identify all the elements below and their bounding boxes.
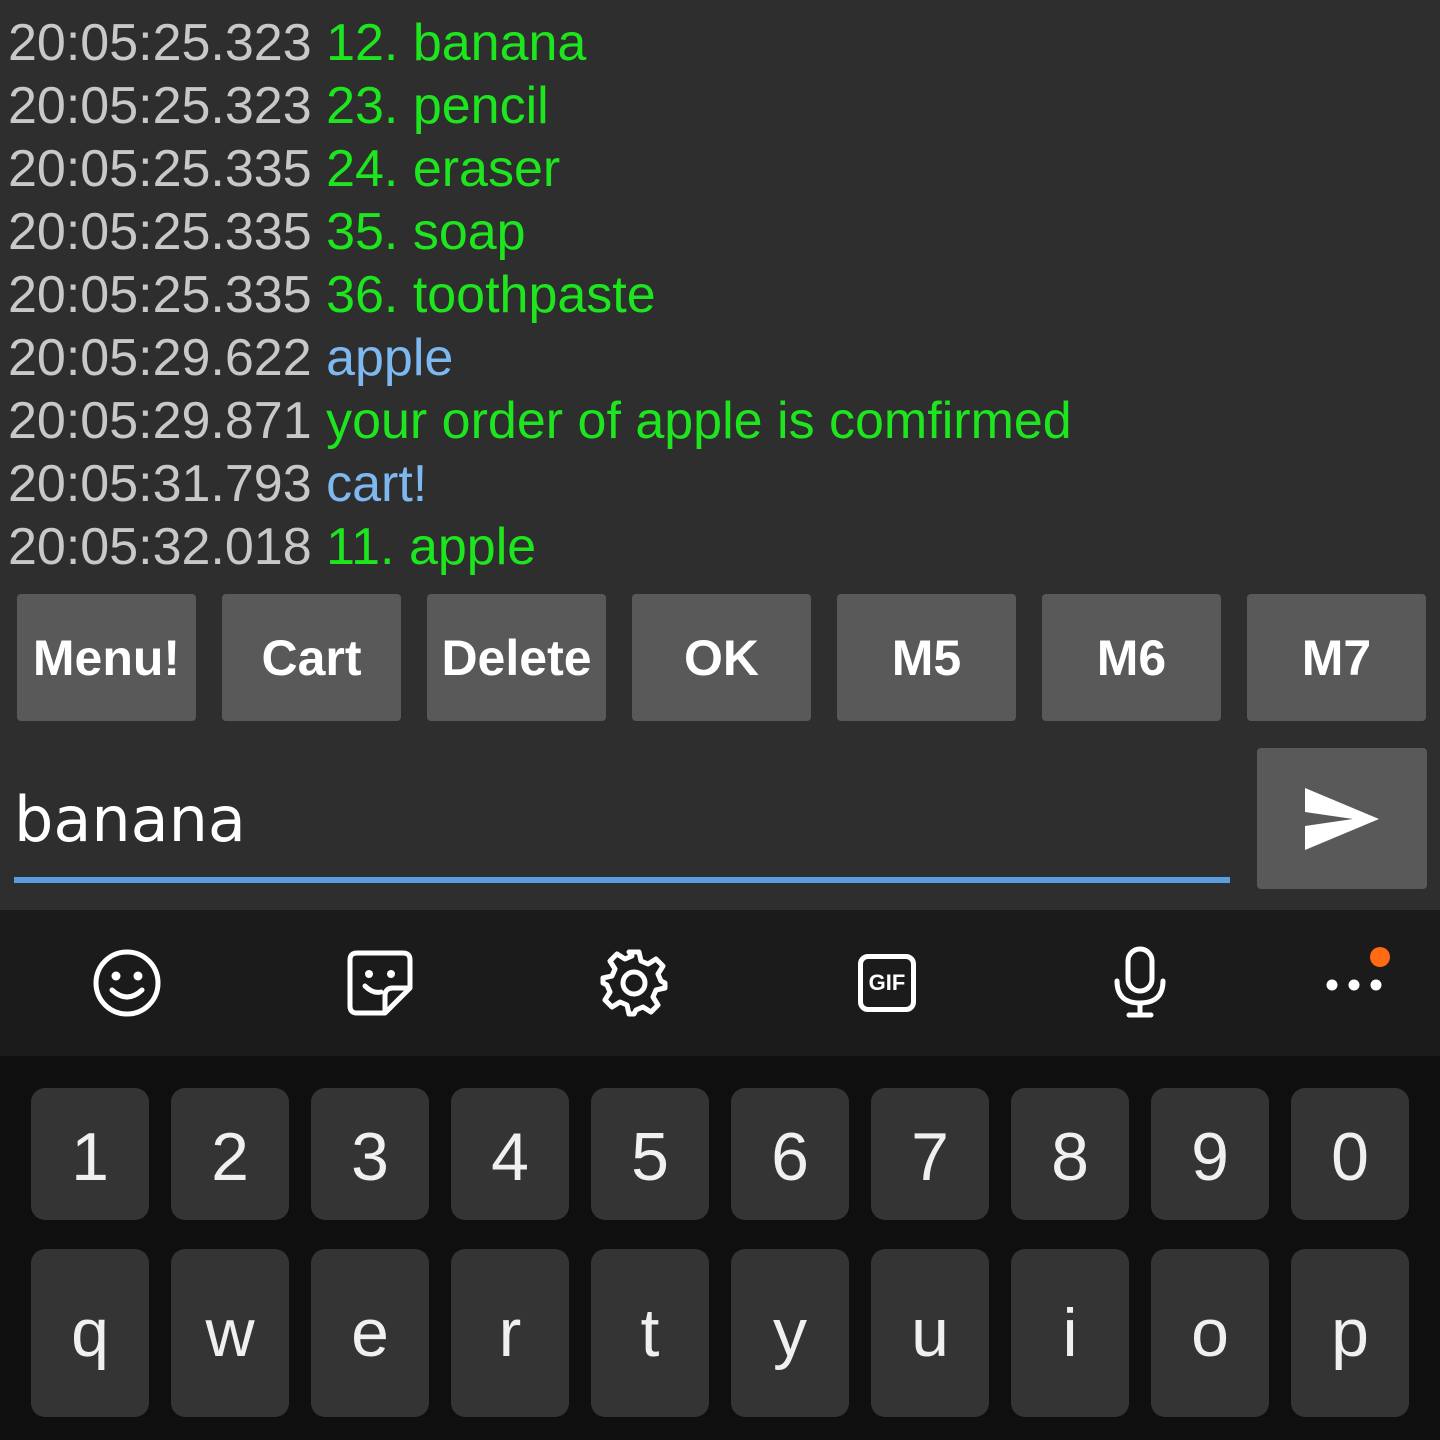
notification-dot xyxy=(1370,947,1390,967)
key-5[interactable]: 5 xyxy=(591,1088,709,1220)
log-message: 24. eraser xyxy=(326,140,561,198)
key-t[interactable]: t xyxy=(591,1249,709,1417)
macro-button-menu[interactable]: Menu! xyxy=(17,594,196,721)
send-icon xyxy=(1305,787,1379,850)
macro-button-ok[interactable]: OK xyxy=(632,594,811,721)
log-row: 20:05:31.793 cart! xyxy=(8,453,427,516)
key-6[interactable]: 6 xyxy=(731,1088,849,1220)
log-message: your order of apple is comfirmed xyxy=(326,392,1072,450)
macro-button-m6[interactable]: M6 xyxy=(1042,594,1221,721)
key-3[interactable]: 3 xyxy=(311,1088,429,1220)
gif-icon[interactable]: GIF xyxy=(850,946,924,1020)
send-button[interactable] xyxy=(1257,748,1427,889)
message-input[interactable]: banana xyxy=(14,760,1230,870)
log-message: cart! xyxy=(326,455,428,513)
key-o[interactable]: o xyxy=(1151,1249,1269,1417)
log-timestamp: 20:05:29.622 xyxy=(8,329,312,387)
key-9[interactable]: 9 xyxy=(1151,1088,1269,1220)
log-timestamp: 20:05:25.335 xyxy=(8,266,312,324)
key-8[interactable]: 8 xyxy=(1011,1088,1129,1220)
log-timestamp: 20:05:29.871 xyxy=(8,392,312,450)
log-message: apple xyxy=(326,329,454,387)
log-timestamp: 20:05:25.335 xyxy=(8,140,312,198)
key-r[interactable]: r xyxy=(451,1249,569,1417)
log-message: 11. apple xyxy=(326,518,537,576)
log-timestamp: 20:05:25.323 xyxy=(8,14,312,72)
log-row: 20:05:29.622 apple xyxy=(8,327,453,390)
key-7[interactable]: 7 xyxy=(871,1088,989,1220)
log-row: 20:05:29.871 your order of apple is comf… xyxy=(8,390,1072,453)
log-timestamp: 20:05:25.323 xyxy=(8,77,312,135)
gif-label: GIF xyxy=(868,970,906,995)
log-timestamp: 20:05:31.793 xyxy=(8,455,312,513)
sticker-icon[interactable] xyxy=(343,946,417,1020)
key-w[interactable]: w xyxy=(171,1249,289,1417)
macro-button-m7[interactable]: M7 xyxy=(1247,594,1426,721)
log-row: 20:05:25.335 35. soap xyxy=(8,201,526,264)
more-icon[interactable] xyxy=(1318,946,1408,1020)
key-i[interactable]: i xyxy=(1011,1249,1129,1417)
macro-button-cart[interactable]: Cart xyxy=(222,594,401,721)
key-e[interactable]: e xyxy=(311,1249,429,1417)
log-row: 20:05:25.323 12. banana xyxy=(8,12,586,75)
key-p[interactable]: p xyxy=(1291,1249,1409,1417)
terminal-log[interactable]: 00 20:05:25.323 12. banana 20:05:25.323 … xyxy=(0,0,1440,590)
log-message: 23. pencil xyxy=(326,77,549,135)
emoji-icon[interactable] xyxy=(90,946,164,1020)
key-0[interactable]: 0 xyxy=(1291,1088,1409,1220)
log-timestamp: 20:05:32.018 xyxy=(8,518,312,576)
log-row: 20:05:25.323 23. pencil xyxy=(8,75,549,138)
log-message: 36. toothpaste xyxy=(326,266,656,324)
log-row: 20:05:25.335 24. eraser xyxy=(8,138,560,201)
log-message: 12. banana xyxy=(326,14,587,72)
microphone-icon[interactable] xyxy=(1103,946,1177,1020)
key-u[interactable]: u xyxy=(871,1249,989,1417)
log-message: 35. soap xyxy=(326,203,526,261)
log-row: 20:05:25.335 36. toothpaste xyxy=(8,264,656,327)
macro-button-delete[interactable]: Delete xyxy=(427,594,606,721)
log-timestamp: 20:05:25.335 xyxy=(8,203,312,261)
key-4[interactable]: 4 xyxy=(451,1088,569,1220)
key-2[interactable]: 2 xyxy=(171,1088,289,1220)
log-row: 20:05:32.018 11. apple xyxy=(8,516,536,579)
key-q[interactable]: q xyxy=(31,1249,149,1417)
input-underline xyxy=(14,877,1230,883)
settings-icon[interactable] xyxy=(597,946,671,1020)
key-y[interactable]: y xyxy=(731,1249,849,1417)
key-1[interactable]: 1 xyxy=(31,1088,149,1220)
keyboard-toolbar xyxy=(0,910,1440,1056)
macro-button-m5[interactable]: M5 xyxy=(837,594,1016,721)
